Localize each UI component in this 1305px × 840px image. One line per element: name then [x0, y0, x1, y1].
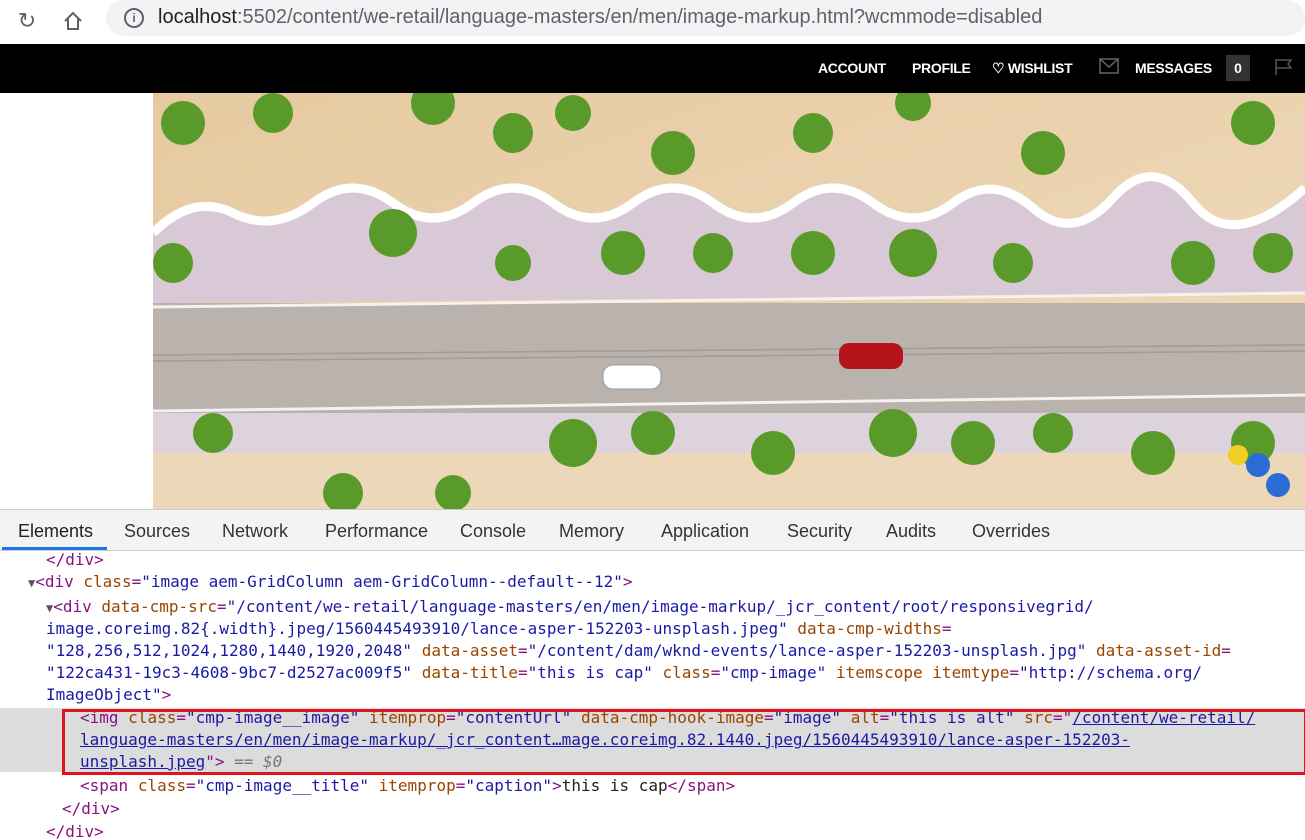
- home-icon[interactable]: [58, 6, 88, 36]
- flag-icon[interactable]: [1274, 58, 1294, 79]
- beach-road-illustration: [153, 93, 1305, 509]
- heart-icon: ♡: [992, 60, 1005, 76]
- attr-value: "image aem-GridColumn aem-GridColumn--de…: [141, 572, 623, 591]
- attr-value: "/content/we-retail/language-masters/en/…: [226, 597, 1094, 616]
- attr-name: data-cmp-src: [101, 597, 217, 616]
- dom-line-close-inner-div[interactable]: </div>: [62, 799, 120, 818]
- tag-text: </div>: [46, 550, 104, 569]
- attr-name: class: [83, 572, 132, 591]
- tab-overrides[interactable]: Overrides: [972, 521, 1050, 542]
- attr-name: data-title: [421, 663, 519, 682]
- envelope-icon[interactable]: [1099, 58, 1119, 77]
- attr-value: "122ca431-19c3-4608-9bc7-d2527ac009f5": [46, 663, 413, 682]
- attr-name: itemscope: [835, 663, 923, 682]
- browser-toolbar: ↻ i localhost:5502/content/we-retail/lan…: [0, 0, 1305, 44]
- dom-line-grid-div[interactable]: ▼<div class="image aem-GridColumn aem-Gr…: [28, 572, 633, 591]
- devtools-tabbar: Elements Sources Network Performance Con…: [0, 510, 1305, 551]
- profile-link[interactable]: PROFILE: [912, 60, 971, 76]
- node-text: this is cap: [561, 776, 668, 795]
- dom-line-close-div[interactable]: </div>: [46, 550, 104, 569]
- attr-value: "http://schema.org/: [1019, 663, 1203, 682]
- dom-line-cont-3: "122ca431-19c3-4608-9bc7-d2527ac009f5" d…: [46, 663, 1203, 682]
- tag-text: </div>: [46, 822, 104, 840]
- attr-name: itemtype: [932, 663, 1010, 682]
- attr-value: "128,256,512,1024,1280,1440,1920,2048": [46, 641, 413, 660]
- attr-value: "cmp-image": [720, 663, 827, 682]
- dom-line-cmp-image-div[interactable]: ▼<div data-cmp-src="/content/we-retail/l…: [46, 597, 1094, 616]
- attr-name: class: [137, 776, 186, 795]
- messages-count-badge: 0: [1226, 55, 1250, 81]
- tag-text: </span>: [667, 776, 736, 795]
- reload-icon[interactable]: ↻: [12, 6, 42, 36]
- attr-name: itemprop: [378, 776, 456, 795]
- attr-name: class: [662, 663, 711, 682]
- tab-audits[interactable]: Audits: [886, 521, 936, 542]
- tag-text: >: [622, 572, 633, 591]
- attr-value: "this is cap": [527, 663, 653, 682]
- home-icon-svg: [64, 11, 82, 30]
- info-icon[interactable]: i: [124, 8, 144, 28]
- url-path: :5502/content/we-retail/language-masters…: [236, 6, 1043, 28]
- tab-sources[interactable]: Sources: [124, 521, 190, 542]
- hero-image: [153, 93, 1305, 509]
- tab-console[interactable]: Console: [460, 521, 526, 542]
- attr-value: "caption": [465, 776, 553, 795]
- messages-link[interactable]: MESSAGES: [1135, 60, 1212, 76]
- wishlist-link[interactable]: ♡ WISHLIST: [992, 60, 1073, 77]
- url-text[interactable]: localhost:5502/content/we-retail/languag…: [158, 6, 1042, 29]
- envelope-icon-svg: [1099, 58, 1119, 74]
- attr-name: data-cmp-widths: [797, 619, 942, 638]
- tab-elements[interactable]: Elements: [18, 521, 93, 542]
- dom-line-cont-1: image.coreimg.82{.width}.jpeg/1560445493…: [46, 619, 952, 638]
- tag-text: <div: [35, 572, 74, 591]
- dom-line-close-outer-div[interactable]: </div>: [46, 822, 104, 840]
- tag-text: </div>: [62, 799, 120, 818]
- attr-value: ImageObject": [46, 685, 162, 704]
- site-header: ACCOUNT PROFILE ♡ WISHLIST MESSAGES: [0, 44, 1305, 93]
- tag-text: <span: [80, 776, 129, 795]
- url-host: localhost: [158, 6, 237, 28]
- attr-value: "/content/dam/wknd-events/lance-asper-15…: [527, 641, 1087, 660]
- attr-value: image.coreimg.82{.width}.jpeg/1560445493…: [46, 619, 788, 638]
- tab-security[interactable]: Security: [787, 521, 852, 542]
- dom-line-cont-4: ImageObject">: [46, 685, 171, 704]
- selection-outline: [62, 709, 1305, 775]
- tab-network[interactable]: Network: [222, 521, 288, 542]
- attr-name: data-asset-id: [1096, 641, 1222, 660]
- dom-line-span[interactable]: <span class="cmp-image__title" itemprop=…: [80, 776, 735, 795]
- tag-text: <div: [53, 597, 92, 616]
- flag-icon-svg: [1275, 59, 1293, 75]
- attr-name: data-asset: [421, 641, 519, 660]
- tab-performance[interactable]: Performance: [325, 521, 428, 542]
- dom-line-cont-2: "128,256,512,1024,1280,1440,1920,2048" d…: [46, 641, 1231, 660]
- tab-application[interactable]: Application: [661, 521, 749, 542]
- account-link[interactable]: ACCOUNT: [818, 60, 886, 76]
- wishlist-label: WISHLIST: [1007, 60, 1073, 76]
- tab-memory[interactable]: Memory: [559, 521, 624, 542]
- attr-value: "cmp-image__title": [195, 776, 370, 795]
- tag-text: >: [161, 685, 172, 704]
